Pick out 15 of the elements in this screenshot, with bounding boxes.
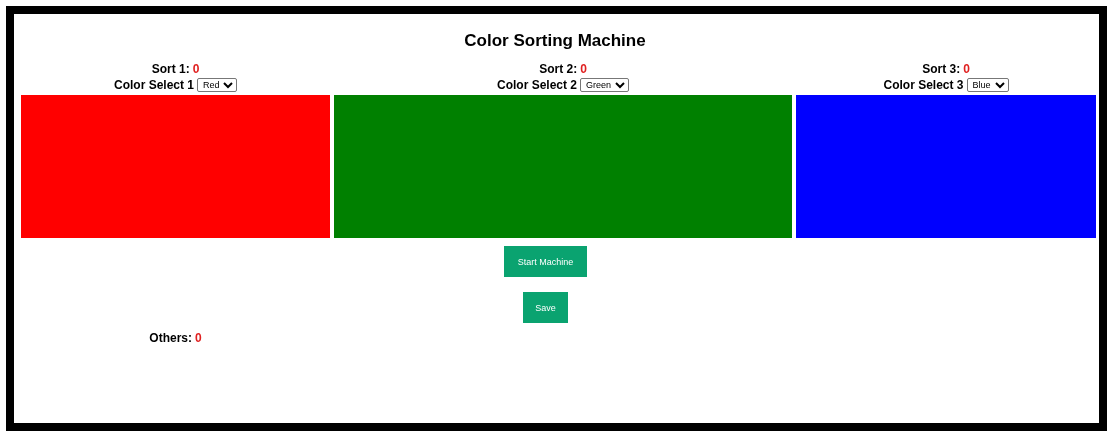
others-label: Others:: [149, 330, 192, 346]
color-select-label: Color Select 2: [497, 77, 577, 93]
sort-count: 0: [192, 61, 200, 77]
sort-label: Sort 2:: [539, 61, 578, 77]
sort-count: 0: [963, 61, 970, 77]
color-select[interactable]: Blue: [966, 78, 1009, 92]
page-title: Color Sorting Machine: [463, 30, 647, 52]
others-count: 0: [195, 330, 202, 346]
color-select[interactable]: Green: [580, 78, 629, 92]
sort-count: 0: [580, 61, 587, 77]
sort-label: Sort 3:: [922, 61, 961, 77]
color-select-label: Color Select 1: [114, 77, 194, 93]
sort-label: Sort 1:: [151, 61, 190, 77]
color-select[interactable]: Red: [197, 78, 237, 92]
color-select-label: Color Select 3: [883, 77, 964, 93]
